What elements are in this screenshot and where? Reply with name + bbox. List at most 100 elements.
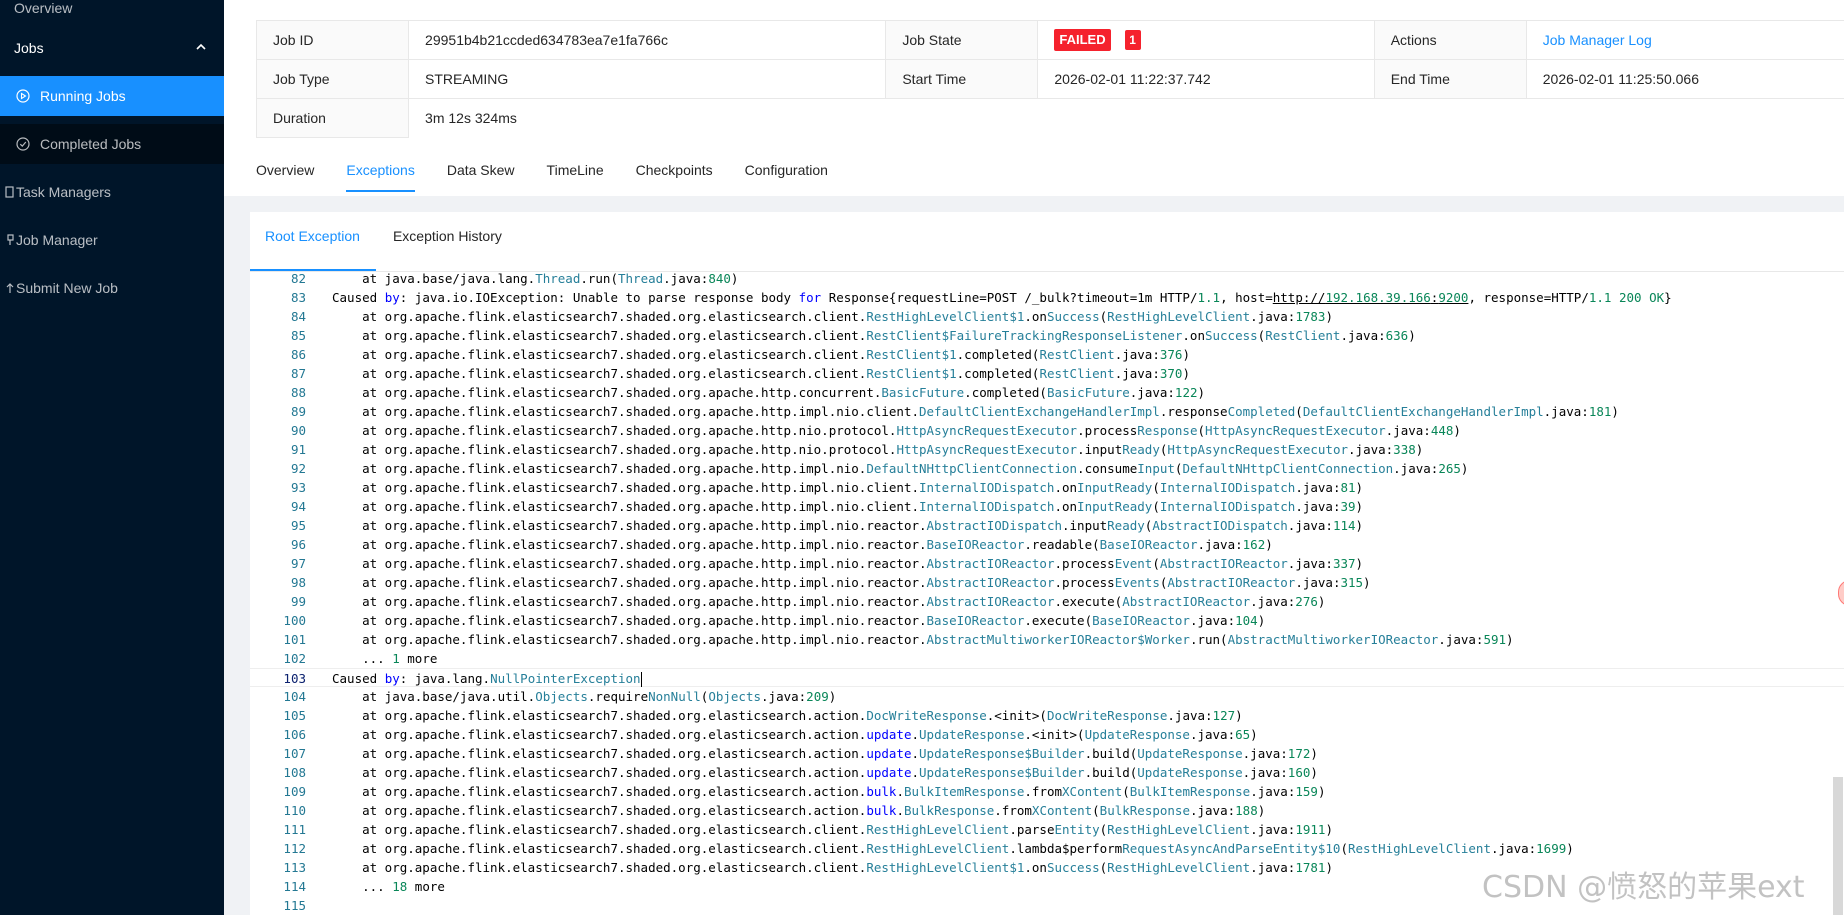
sidebar-item-jobs[interactable]: Jobs [0,28,224,68]
job-id-label: Job ID [255,20,410,60]
code-text: at org.apache.flink.elasticsearch7.shade… [332,594,1326,609]
end-time-value: 2026-02-01 11:25:50.066 [1525,59,1844,99]
code-line: 106 at org.apache.flink.elasticsearch7.s… [250,725,1844,744]
line-number: 102 [283,651,306,666]
play-circle-icon [16,89,30,103]
tab-exception-history[interactable]: Exception History [393,212,502,257]
code-text: at java.base/java.util.Objects.requireNo… [332,689,837,704]
code-text: at org.apache.flink.elasticsearch7.shade… [332,784,1326,799]
code-text: at org.apache.flink.elasticsearch7.shade… [332,860,1333,875]
sidebar-item-label: Completed Jobs [40,136,142,152]
job-type-label: Job Type [255,59,410,99]
sidebar-item-overview[interactable]: Overview [0,0,224,20]
code-text: at org.apache.flink.elasticsearch7.shade… [332,518,1364,533]
line-number: 87 [290,366,306,381]
code-text: Caused by: java.io.IOException: Unable t… [332,290,1672,305]
tab-overview[interactable]: Overview [256,160,314,196]
code-text: at org.apache.flink.elasticsearch7.shade… [332,499,1364,514]
job-header: Job ID 29951b4b21ccded634783ea7e1fa766c … [224,0,1844,196]
line-number: 92 [290,461,306,476]
exception-subtabs: Root Exception Exception History [250,212,1844,272]
code-text: at org.apache.flink.elasticsearch7.shade… [332,309,1333,324]
code-line: 86 at org.apache.flink.elasticsearch7.sh… [250,345,1844,364]
sidebar-item-label: Submit New Job [16,280,118,296]
line-number: 85 [290,328,306,343]
code-line: 87 at org.apache.flink.elasticsearch7.sh… [250,364,1844,383]
line-number: 86 [290,347,306,362]
line-number: 115 [283,898,306,913]
code-line: 97 at org.apache.flink.elasticsearch7.sh… [250,554,1844,573]
line-number: 97 [290,556,306,571]
tab-exceptions[interactable]: Exceptions [346,160,416,196]
sidebar-item-task-managers[interactable]: Task Managers [0,172,224,212]
tab-configuration[interactable]: Configuration [745,160,828,196]
sidebar-item-label: Running Jobs [40,88,126,104]
code-text: at org.apache.flink.elasticsearch7.shade… [332,765,1318,780]
sidebar-item-submit-new-job[interactable]: Submit New Job [0,268,224,308]
code-text: at org.apache.flink.elasticsearch7.shade… [332,575,1371,590]
code-text: at org.apache.flink.elasticsearch7.shade… [332,822,1333,837]
line-number: 108 [283,765,306,780]
tab-timeline[interactable]: TimeLine [547,160,604,196]
line-number: 104 [283,689,306,704]
actions-label: Actions [1373,20,1527,60]
job-details-table: Job ID 29951b4b21ccded634783ea7e1fa766c … [255,20,1844,138]
code-line: 99 at org.apache.flink.elasticsearch7.sh… [250,592,1844,611]
sidebar-item-label: Overview [14,0,73,16]
code-line: 111 at org.apache.flink.elasticsearch7.s… [250,820,1844,839]
start-time-value: 2026-02-01 11:22:37.742 [1037,59,1375,99]
job-id-value: 29951b4b21ccded634783ea7e1fa766c [408,20,887,60]
job-manager-log-link[interactable]: Job Manager Log [1543,32,1652,48]
line-number: 105 [283,708,306,723]
code-text: at org.apache.flink.elasticsearch7.shade… [332,613,1266,628]
code-text: at org.apache.flink.elasticsearch7.shade… [332,727,1258,742]
line-number: 94 [290,499,306,514]
exceptions-card: Root Exception Exception History 82 at j… [250,212,1844,915]
line-number: 99 [290,594,306,609]
start-time-label: Start Time [885,59,1039,99]
sidebar-item-label: Job Manager [16,232,98,248]
job-type-value: STREAMING [408,59,887,99]
cluster-icon [7,234,14,245]
code-line: 100 at org.apache.flink.elasticsearch7.s… [250,611,1844,630]
code-line: 84 at org.apache.flink.elasticsearch7.sh… [250,307,1844,326]
line-number: 82 [290,272,306,286]
code-line: 85 at org.apache.flink.elasticsearch7.sh… [250,326,1844,345]
line-number: 98 [290,575,306,590]
code-line: 105 at org.apache.flink.elasticsearch7.s… [250,706,1844,725]
server-icon [5,186,14,198]
code-text: at org.apache.flink.elasticsearch7.shade… [332,385,1206,400]
code-text: at org.apache.flink.elasticsearch7.shade… [332,632,1514,647]
job-tabs: Overview Exceptions Data Skew TimeLine C… [256,160,860,196]
code-text: at org.apache.flink.elasticsearch7.shade… [332,347,1190,362]
tab-data-skew[interactable]: Data Skew [447,160,515,196]
line-number: 83 [290,290,306,305]
code-line: 107 at org.apache.flink.elasticsearch7.s… [250,744,1844,763]
watermark: CSDN @愤怒的苹果ext [1482,870,1805,905]
code-text: at org.apache.flink.elasticsearch7.shade… [332,708,1243,723]
code-line: 83 Caused by: java.io.IOException: Unable… [250,288,1844,307]
code-line: 91 at org.apache.flink.elasticsearch7.sh… [250,440,1844,459]
code-text: at org.apache.flink.elasticsearch7.shade… [332,480,1364,495]
code-text: at org.apache.flink.elasticsearch7.shade… [332,404,1619,419]
code-text: Caused by: java.lang.NullPointerExceptio… [332,671,642,687]
code-text: at org.apache.flink.elasticsearch7.shade… [332,442,1424,457]
code-text: at org.apache.flink.elasticsearch7.shade… [332,461,1469,476]
code-line: 104 at java.base/java.util.Objects.requi… [250,687,1844,706]
code-line: 82 at java.base/java.lang.Thread.run(Thr… [250,272,1844,288]
sidebar-item-running-jobs[interactable]: Running Jobs [0,76,224,116]
tab-root-exception[interactable]: Root Exception [250,212,376,271]
code-line: 88 at org.apache.flink.elasticsearch7.sh… [250,383,1844,402]
code-text: ... 18 more [332,879,445,894]
exception-code-editor[interactable]: 82 at java.base/java.lang.Thread.run(Thr… [250,272,1844,915]
code-line: 92 at org.apache.flink.elasticsearch7.sh… [250,459,1844,478]
code-text: at org.apache.flink.elasticsearch7.shade… [332,803,1266,818]
sidebar-item-completed-jobs[interactable]: Completed Jobs [0,124,224,164]
line-number: 95 [290,518,306,533]
sidebar-item-job-manager[interactable]: Job Manager [0,220,224,260]
tab-checkpoints[interactable]: Checkpoints [636,160,713,196]
code-line: 90 at org.apache.flink.elasticsearch7.sh… [250,421,1844,440]
line-number: 110 [283,803,306,818]
status-badge: FAILED [1054,29,1111,51]
scrollbar-thumb[interactable] [1833,777,1843,915]
